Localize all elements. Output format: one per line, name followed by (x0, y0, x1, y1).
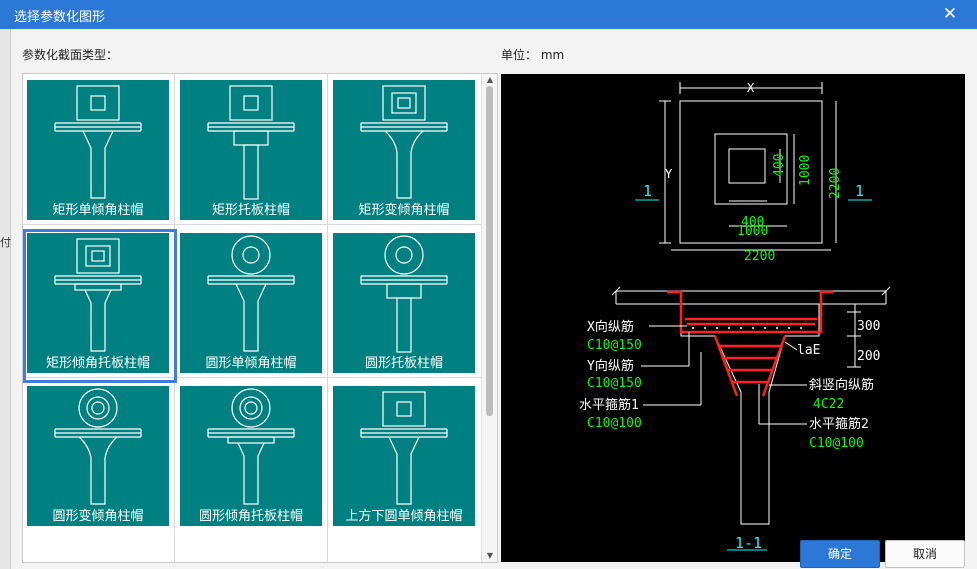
plan-dim-400-right: 400 (772, 154, 787, 177)
scroll-up-icon[interactable]: ▲ (482, 74, 497, 86)
spec-x-rebar: C10@150 (587, 338, 642, 353)
shape-option[interactable]: 圆形单倾角柱帽 (180, 233, 326, 379)
close-icon[interactable]: ✕ (938, 3, 962, 25)
shape-label: 圆形倾角托板柱帽 (198, 509, 303, 524)
shape-thumbnail: 上方下圆单倾角柱帽 (333, 386, 475, 526)
label-vertical-rebar: 斜竖向纵筋 (809, 377, 874, 393)
shape-option[interactable]: 上方下圆单倾角柱帽 (333, 386, 479, 532)
shape-thumbnail: 圆形倾角托板柱帽 (180, 386, 322, 526)
cancel-button[interactable]: 取消 (885, 540, 965, 568)
plan-dim-2200-right: 2200 (828, 168, 843, 199)
shape-option[interactable]: 矩形倾角托板柱帽 (23, 229, 177, 383)
unit-label-text: 单位： (501, 48, 538, 62)
label-y-rebar: Y向纵筋 (587, 358, 634, 374)
shape-thumbnail: 矩形变倾角柱帽 (333, 80, 475, 220)
grid-divider (174, 74, 175, 562)
label-hoop1: 水平箍筋1 (579, 397, 639, 413)
shape-label: 矩形变倾角柱帽 (358, 203, 450, 218)
shape-label: 矩形倾角托板柱帽 (45, 356, 150, 371)
spec-vertical-rebar: 4C22 (813, 397, 844, 412)
shape-option[interactable]: 矩形托板柱帽 (180, 80, 326, 226)
shape-thumbnail: 圆形变倾角柱帽 (27, 386, 169, 526)
shape-label: 圆形托板柱帽 (364, 356, 443, 371)
preview-drawing: 2200 1000 400 400 1000 2200 X Y 1 1 1-1 (579, 81, 891, 552)
shape-thumbnail: 矩形托板柱帽 (180, 80, 322, 220)
shape-option[interactable]: 矩形单倾角柱帽 (27, 80, 173, 226)
shape-label: 矩形单倾角柱帽 (52, 203, 144, 218)
label-lae: laE (797, 343, 820, 358)
section-title: 1-1 (735, 534, 762, 552)
plan-dim-400-bottom: 400 (741, 215, 764, 230)
unit-label: 单位： mm (501, 46, 564, 63)
dialog-body: 付 参数化截面类型： 单位： mm 矩形单倾角柱帽 矩形托板柱帽 矩形变倾角柱帽 矩形… (0, 29, 977, 569)
shape-thumbnail: 圆形托板柱帽 (333, 233, 475, 373)
plan-dim-y: Y (665, 167, 673, 181)
section-type-label: 参数化截面类型： (22, 48, 119, 62)
shape-option[interactable]: 矩形变倾角柱帽 (333, 80, 479, 226)
shape-grid: 矩形单倾角柱帽 矩形托板柱帽 矩形变倾角柱帽矩形倾角托板柱帽 圆形单倾角柱帽 圆形托板柱… (22, 73, 498, 563)
vertical-scrollbar[interactable]: ▲ ▼ (481, 74, 497, 562)
shape-thumbnail: 圆形单倾角柱帽 (180, 233, 322, 373)
dim-300: 300 (857, 319, 880, 334)
background-text-fragment: 付 (0, 236, 11, 249)
scroll-down-icon[interactable]: ▼ (482, 550, 497, 562)
label-hoop2: 水平箍筋2 (809, 416, 869, 432)
shape-label: 圆形单倾角柱帽 (205, 356, 297, 371)
scrollbar-thumb[interactable] (486, 86, 493, 416)
unit-value: mm (540, 48, 565, 62)
plan-column-outline (728, 148, 766, 184)
shape-label: 上方下圆单倾角柱帽 (345, 509, 463, 524)
spec-y-rebar: C10@150 (587, 376, 642, 391)
plan-dim-2200-bottom: 2200 (744, 249, 775, 264)
background-window-strip (0, 29, 11, 569)
shape-label: 矩形托板柱帽 (211, 203, 290, 218)
dim-200: 200 (857, 349, 880, 364)
section-mark-right: 1 (855, 182, 864, 200)
shape-option[interactable]: 圆形变倾角柱帽 (27, 386, 173, 532)
plan-dim-x: X (747, 81, 755, 95)
plan-dim-1000-right: 1000 (798, 155, 813, 186)
window-title: 选择参数化图形 (14, 10, 106, 25)
spec-hoop1: C10@100 (587, 416, 642, 431)
shape-thumbnail: 矩形倾角托板柱帽 (27, 233, 169, 373)
ok-button[interactable]: 确定 (800, 540, 880, 568)
label-x-rebar: X向纵筋 (587, 319, 634, 335)
shape-thumbnail: 矩形单倾角柱帽 (27, 80, 169, 220)
section-mark-left: 1 (643, 182, 652, 200)
title-bar: 选择参数化图形 ✕ (0, 0, 977, 29)
preview-panel: 2200 1000 400 400 1000 2200 X Y 1 1 1-1 (501, 74, 965, 562)
shape-option[interactable]: 圆形倾角托板柱帽 (180, 386, 326, 532)
grid-divider (327, 74, 328, 562)
spec-hoop2: C10@100 (809, 436, 864, 451)
shape-label: 圆形变倾角柱帽 (52, 509, 144, 524)
shape-option[interactable]: 圆形托板柱帽 (333, 233, 479, 379)
